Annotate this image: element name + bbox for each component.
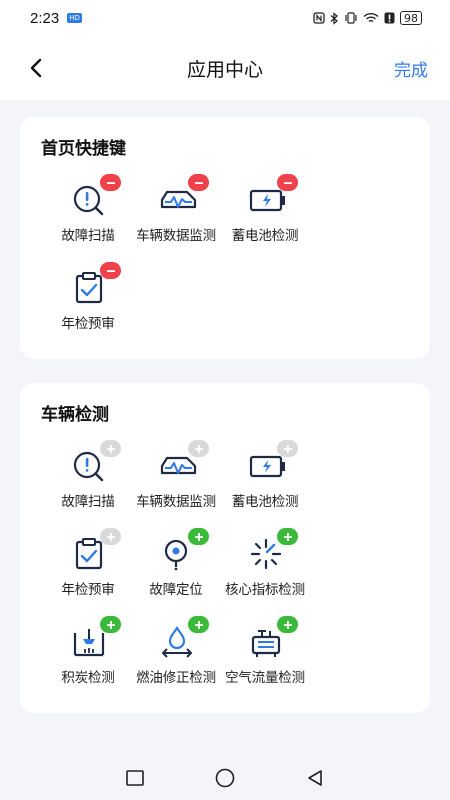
remove-badge[interactable] [277, 174, 298, 191]
shortcuts-item[interactable]: 故障扫描 [40, 172, 136, 252]
status-bar: 2:23 HD 98 [0, 0, 450, 36]
shortcuts-card: 首页快捷键 故障扫描 车辆数据监测 蓄电池检测年检预审 [20, 117, 430, 359]
chevron-left-icon [30, 58, 42, 78]
added-badge [100, 440, 121, 457]
shortcuts-item[interactable]: 车辆数据监测 [128, 172, 224, 252]
wifi-icon [363, 12, 379, 24]
vehicle_test-item[interactable]: 故障扫描 [40, 438, 136, 518]
remove-badge[interactable] [100, 262, 121, 279]
plus-icon [194, 620, 203, 629]
status-icons: 98 [313, 11, 422, 25]
item-label: 故障扫描 [61, 494, 115, 510]
hd-badge: HD [67, 13, 82, 23]
add-badge[interactable] [277, 528, 298, 545]
battery-indicator: 98 [400, 11, 422, 25]
vibrate-icon [344, 12, 358, 24]
remove-badge[interactable] [100, 174, 121, 191]
square-icon [126, 770, 144, 786]
page-title: 应用中心 [186, 58, 263, 81]
minus-icon [283, 181, 292, 184]
status-left: 2:23 HD [30, 10, 82, 27]
bluetooth-icon [330, 11, 339, 25]
add-badge[interactable] [100, 616, 121, 633]
remove-badge[interactable] [188, 174, 209, 191]
vehicle-test-title: 车辆检测 [41, 405, 109, 425]
item-label: 年检预审 [61, 316, 115, 332]
item-label: 燃油修正检测 [136, 670, 216, 686]
vehicle_test-item[interactable]: 燃油修正检测 [128, 614, 224, 694]
nfc-icon [313, 12, 325, 24]
done-button[interactable]: 完成 [394, 56, 428, 81]
vehicle_test-item[interactable]: 故障定位 [128, 526, 224, 606]
plus-icon [194, 444, 203, 453]
item-label: 积炭检测 [61, 670, 115, 686]
home-button[interactable] [214, 767, 236, 789]
item-label: 年检预审 [61, 582, 115, 598]
status-time: 2:23 [30, 9, 60, 27]
shortcuts-item[interactable]: 蓄电池检测 [217, 172, 313, 252]
plus-icon [283, 444, 292, 453]
item-label: 空气流量检测 [225, 670, 305, 686]
item-label: 故障定位 [149, 582, 203, 598]
plus-icon [283, 620, 292, 629]
item-label: 蓄电池检测 [231, 228, 299, 244]
recents-button[interactable] [124, 767, 146, 789]
item-label: 蓄电池检测 [231, 494, 299, 510]
added-badge [188, 440, 209, 457]
plus-icon [106, 620, 115, 629]
vehicle-test-card: 车辆检测 故障扫描 车辆数据监测 蓄电池检测年检预审 故障定位 核心指标检测积炭检测 燃油… [20, 383, 430, 713]
add-badge[interactable] [188, 528, 209, 545]
vehicle_test-item[interactable]: 车辆数据监测 [128, 438, 224, 518]
back-nav-button[interactable] [304, 767, 326, 789]
minus-icon [194, 181, 203, 184]
minus-icon [106, 181, 115, 184]
item-label: 车辆数据监测 [136, 228, 216, 244]
added-badge [100, 528, 121, 545]
shortcuts-item[interactable]: 年检预审 [40, 260, 136, 340]
system-nav-bar [0, 756, 450, 800]
add-badge[interactable] [188, 616, 209, 633]
plus-icon [283, 532, 292, 541]
back-button[interactable] [22, 54, 50, 82]
plus-icon [106, 532, 115, 541]
circle-icon [215, 768, 235, 788]
item-label: 车辆数据监测 [136, 494, 216, 510]
minus-icon [106, 269, 115, 272]
vehicle_test-item[interactable]: 积炭检测 [40, 614, 136, 694]
triangle-back-icon [308, 770, 322, 786]
added-badge [277, 440, 298, 457]
alert-icon [384, 12, 395, 24]
item-label: 故障扫描 [61, 228, 115, 244]
shortcuts-title: 首页快捷键 [41, 139, 126, 159]
plus-icon [106, 444, 115, 453]
vehicle_test-item[interactable]: 年检预审 [40, 526, 136, 606]
page-header: 应用中心 完成 [0, 36, 450, 100]
vehicle_test-item[interactable]: 核心指标检测 [217, 526, 313, 606]
vehicle_test-item[interactable]: 空气流量检测 [217, 614, 313, 694]
item-label: 核心指标检测 [225, 582, 305, 598]
vehicle_test-item[interactable]: 蓄电池检测 [217, 438, 313, 518]
plus-icon [194, 532, 203, 541]
add-badge[interactable] [277, 616, 298, 633]
